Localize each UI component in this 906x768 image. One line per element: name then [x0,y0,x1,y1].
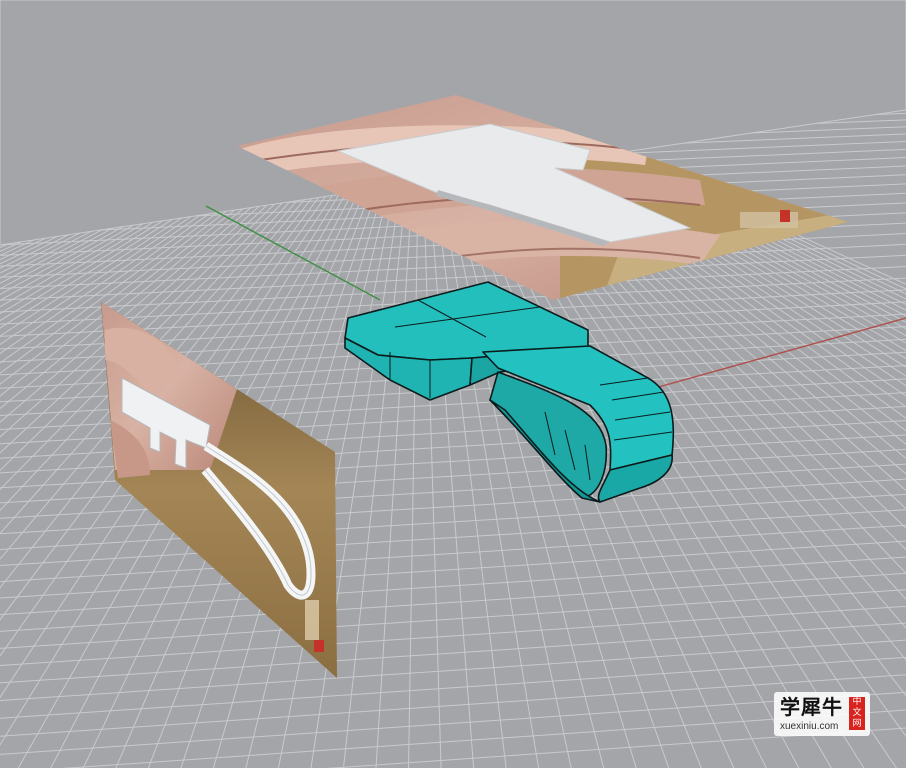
seal-char-2: 文 [852,708,862,718]
watermark-seal: 中 文 网 [849,697,865,730]
seal-char-3: 网 [852,719,862,729]
watermark-site-url: xuexiniu.com [780,721,839,732]
watermark-logo-text: 学犀牛 [780,695,843,719]
site-watermark: 学犀牛 xuexiniu.com 中 文 网 [774,692,870,736]
seal-char-1: 中 [852,697,862,707]
rhino-perspective-viewport[interactable] [0,0,906,768]
